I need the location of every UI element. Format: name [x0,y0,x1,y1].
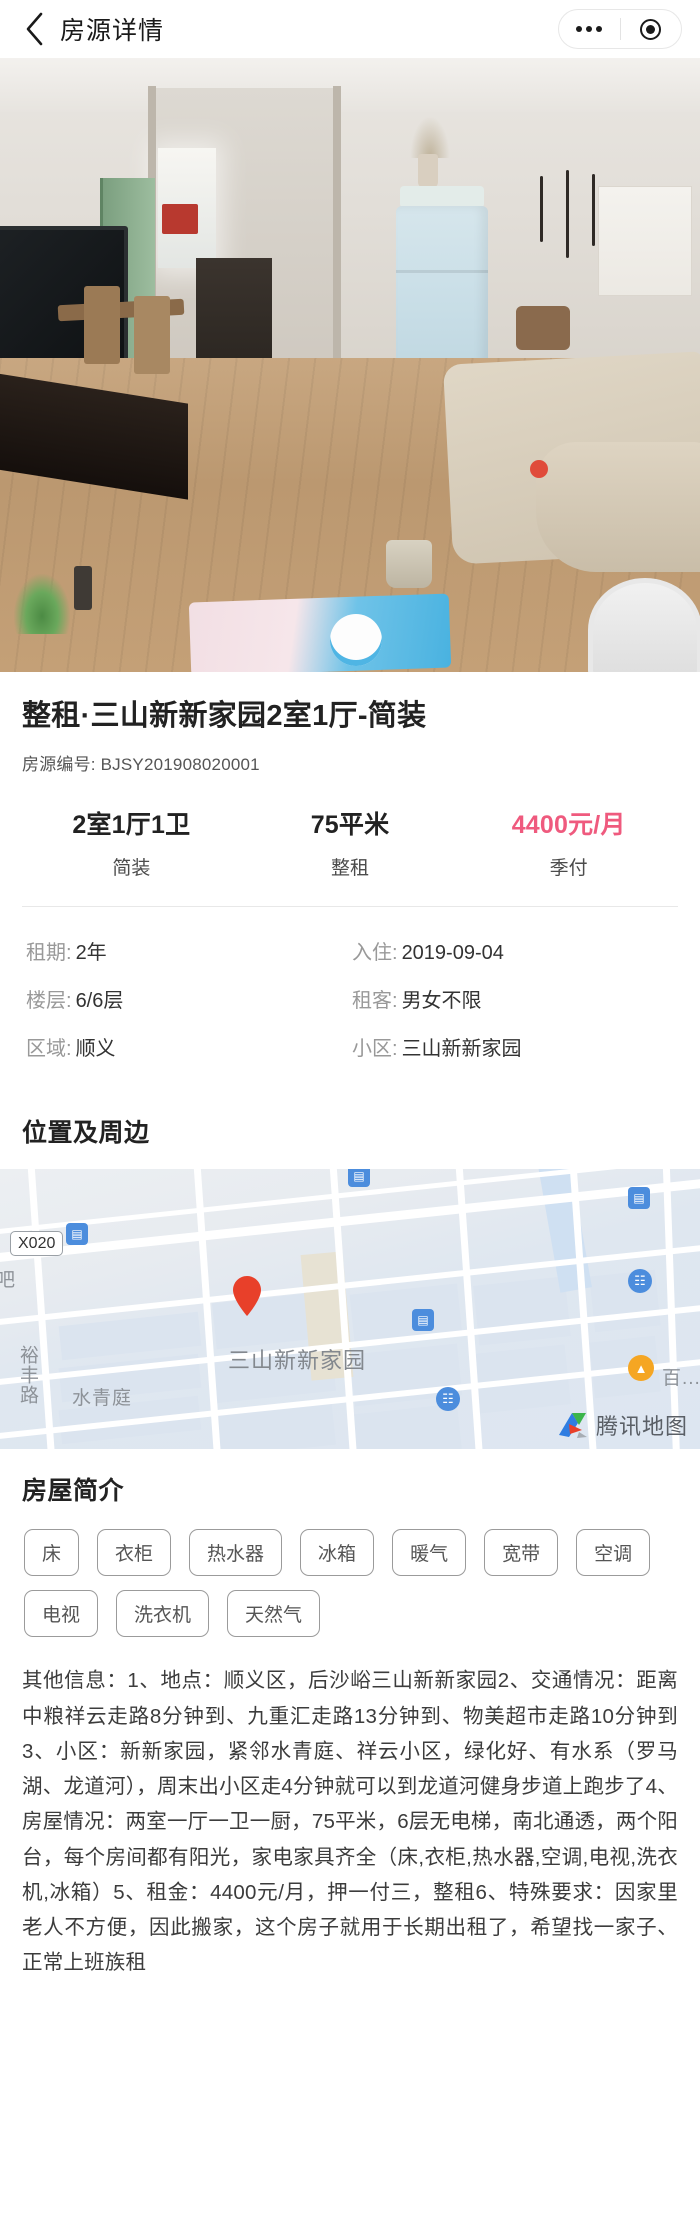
location-section-heading: 位置及周边 [22,1119,150,1148]
detail-value: 2019-09-04 [401,942,504,965]
amenity-tag: 空调 [576,1529,651,1577]
miniprogram-capsule [558,9,682,49]
map-road-shield: X020 [10,1231,64,1257]
amenity-tag: 电视 [24,1590,99,1638]
more-dots-icon [576,26,603,32]
close-miniprogram-button[interactable] [621,10,682,48]
detail-label: 区域: [26,1038,72,1061]
detail-label: 租客: [352,990,398,1013]
detail-tenant: 租客: 男女不限 [352,986,678,1016]
detail-value: 顺义 [75,1038,116,1061]
amenity-tag: 暖气 [392,1529,467,1577]
map-label-community: 三山新新家园 [228,1348,367,1374]
map-label: 裕丰路 [17,1345,38,1406]
detail-row: 区域: 顺义 小区: 三山新新家园 [22,1025,678,1073]
house-intro-card: 房屋简介 床 衣柜 热水器 冰箱 暖气 宽带 空调 电视 洗衣机 天然气 其他信… [0,1449,700,2015]
map-block [473,1276,571,1346]
listing-info-card: 整租·三山新新家园2室1厅-简装 房源编号: BJSY201908020001 … [0,672,700,1170]
amenity-tag: 热水器 [189,1529,283,1577]
detail-value: 三山新新家园 [401,1038,522,1061]
map-label: 百... [662,1368,700,1390]
detail-row: 楼层: 6/6层 租客: 男女不限 [22,977,678,1025]
detail-lease-term: 租期: 2年 [22,938,352,968]
location-map[interactable]: X020 ▤ ▤ ▤ ▤ ☷ ☷ ▲ 吧 三山新新家园 水青庭 裕丰路 百... [0,1169,700,1450]
map-location-pin[interactable] [232,1275,262,1317]
detail-district: 区域: 顺义 [22,1034,352,1064]
stat-area-label: 整租 [331,858,370,880]
listing-hero-photo[interactable] [0,58,700,672]
detail-floor: 楼层: 6/6层 [22,986,352,1016]
stat-area: 75平米 整租 [241,805,460,880]
listing-code: 房源编号: BJSY201908020001 [22,755,260,775]
detail-label: 小区: [352,1038,398,1061]
page-root: 房源详情 整租·三山新新家园2室1厅-简装 房源编号: BJSY20190802… [0,0,700,2015]
stat-layout-value: 2室1厅1卫 [72,811,191,840]
chevron-left-icon [25,12,45,46]
back-button[interactable] [18,9,52,49]
map-label: 吧 [0,1270,17,1292]
map-attribution: 腾讯地图 [557,1409,688,1441]
amenity-tag: 床 [24,1529,80,1577]
target-circle-icon [640,18,662,40]
detail-value: 2年 [75,942,107,965]
detail-value: 6/6层 [75,990,124,1013]
detail-community: 小区: 三山新新家园 [352,1034,678,1064]
map-poi-icon[interactable]: ▤ [66,1223,88,1246]
listing-title: 整租·三山新新家园2室1厅-简装 [22,700,427,732]
stat-price-label: 季付 [549,858,588,880]
map-label: 水青庭 [72,1388,133,1410]
map-attribution-text: 腾讯地图 [595,1414,688,1440]
intro-section-heading: 房屋简介 [22,1477,125,1506]
stat-price-value: 4400元/月 [511,811,626,840]
amenity-tag: 宽带 [484,1529,559,1577]
detail-row: 租期: 2年 入住: 2019-09-04 [22,929,678,977]
amenity-tag: 衣柜 [97,1529,172,1577]
detail-label: 租期: [26,942,72,965]
detail-value: 男女不限 [401,990,482,1013]
listing-description: 其他信息：1、地点：顺义区，后沙峪三山新新家园2、交通情况：距离中粮祥云走路8分… [22,1669,678,1975]
detail-label: 楼层: [26,990,72,1013]
amenity-tag: 天然气 [227,1590,321,1638]
tencent-map-logo-icon [557,1410,589,1440]
detail-move-in: 入住: 2019-09-04 [352,938,678,968]
stat-price: 4400元/月 季付 [459,805,678,880]
stat-area-value: 75平米 [310,811,390,840]
navigation-bar: 房源详情 [0,0,700,58]
map-poi-icon[interactable]: ▤ [412,1309,434,1332]
amenity-tag: 冰箱 [300,1529,375,1577]
more-menu-button[interactable] [559,10,620,48]
map-poi-icon[interactable]: ▤ [348,1169,370,1188]
listing-detail-list: 租期: 2年 入住: 2019-09-04 楼层: 6/6层 租客: 男女不限 [22,907,678,1091]
detail-label: 入住: [352,942,398,965]
listing-stats-row: 2室1厅1卫 简装 75平米 整租 4400元/月 季付 [22,775,678,908]
amenities-tag-list: 床 衣柜 热水器 冰箱 暖气 宽带 空调 电视 洗衣机 天然气 [22,1527,678,1643]
map-poi-icon[interactable]: ▤ [628,1187,650,1210]
stat-layout-label: 简装 [112,858,151,880]
stat-layout: 2室1厅1卫 简装 [22,805,241,880]
amenity-tag: 洗衣机 [116,1590,210,1638]
room-photo-illustration [0,58,700,672]
page-title: 房源详情 [60,17,165,45]
